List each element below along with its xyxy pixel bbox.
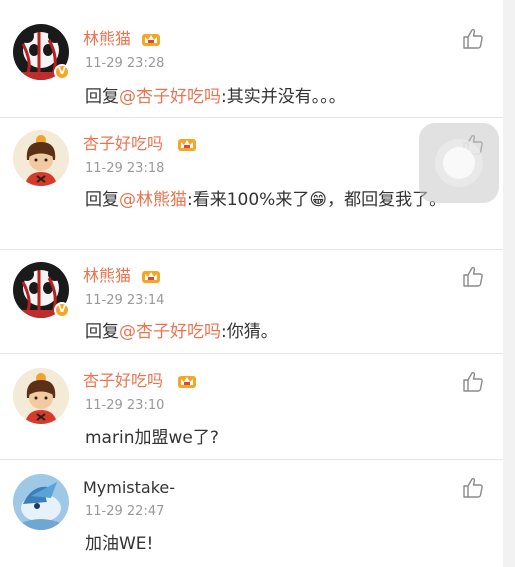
username[interactable]: 杏子好吃吗	[83, 371, 163, 391]
username[interactable]: 林熊猫	[83, 266, 131, 286]
verified-badge: V	[54, 64, 70, 80]
timestamp: 11-29 23:10	[85, 398, 165, 413]
cartoon-boy-avatar-icon	[13, 368, 69, 424]
verified-badge: V	[54, 302, 70, 318]
timestamp: 11-29 23:28	[85, 56, 165, 71]
avatar[interactable]	[13, 474, 69, 530]
mention-link[interactable]: @杏子好吃吗	[119, 87, 221, 107]
vip-crown-icon	[178, 376, 196, 388]
right-edge-strip	[503, 0, 515, 567]
comment-item[interactable]: V 林熊猫 11-29 23:14 回复@杏子好吃吗:你猜。	[0, 250, 503, 354]
comment-item[interactable]: 杏子好吃吗 11-29 23:10 marin加盟we了?	[0, 354, 503, 460]
assistive-touch-button[interactable]	[419, 123, 499, 203]
avatar[interactable]	[13, 130, 69, 186]
comment-text: 回复@杏子好吃吗:你猜。	[85, 322, 278, 342]
thumbs-up-icon[interactable]	[461, 265, 485, 289]
assistive-touch-ring-inner	[443, 147, 475, 179]
blue-creature-avatar-icon	[13, 474, 69, 530]
thumbs-up-icon[interactable]	[461, 476, 485, 500]
comment-text: 回复@杏子好吃吗:其实并没有。。。	[85, 87, 346, 107]
thumbs-up-icon[interactable]	[461, 27, 485, 51]
comment-text: 加油WE!	[85, 534, 154, 554]
avatar[interactable]	[13, 368, 69, 424]
username[interactable]: 林熊猫	[83, 29, 131, 49]
comment-item[interactable]: Mymistake- 11-29 22:47 加油WE!	[0, 460, 503, 567]
username[interactable]: 杏子好吃吗	[83, 134, 163, 154]
vip-crown-icon	[178, 139, 196, 151]
timestamp: 11-29 22:47	[85, 504, 165, 519]
mention-link[interactable]: @林熊猫	[119, 190, 187, 210]
comment-text: marin加盟we了?	[85, 428, 219, 448]
cartoon-boy-avatar-icon	[13, 130, 69, 186]
vip-crown-icon	[142, 34, 160, 46]
grin-emoji: 😁	[309, 190, 328, 210]
timestamp: 11-29 23:18	[85, 161, 165, 176]
vip-crown-icon	[142, 271, 160, 283]
username[interactable]: Mymistake-	[83, 478, 175, 498]
mention-link[interactable]: @杏子好吃吗	[119, 322, 221, 342]
thumbs-up-icon[interactable]	[461, 370, 485, 394]
comment-item[interactable]: V 林熊猫 11-29 23:28 回复@杏子好吃吗:其实并没有。。。	[0, 0, 503, 118]
timestamp: 11-29 23:14	[85, 293, 165, 308]
